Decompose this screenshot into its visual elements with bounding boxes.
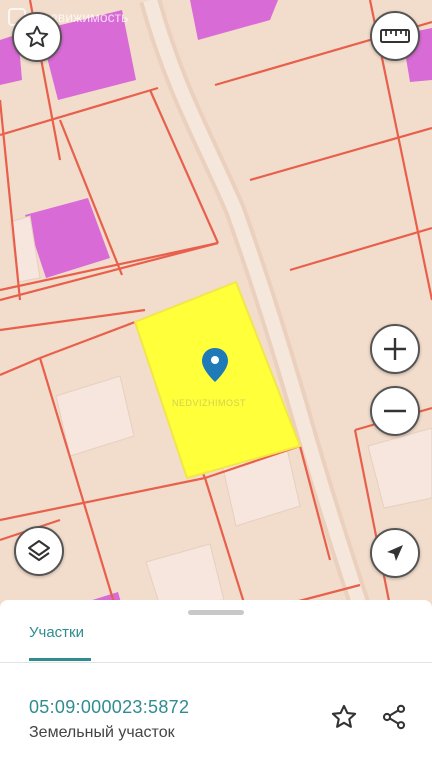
layers-icon [28,540,50,561]
divider [0,662,432,663]
tab-parcels[interactable]: Участки [29,624,84,641]
sheet-drag-handle[interactable] [188,610,244,615]
object-type: Земельный участок [29,724,175,741]
minus-icon [384,409,406,413]
share-icon [382,704,406,730]
tab-active-indicator [29,658,91,661]
zoom-out-button[interactable] [370,386,420,436]
map-view[interactable]: Недвижимость NEDVIZHIMOST [0,0,432,606]
building [190,0,278,40]
navigation-arrow-icon [387,545,403,561]
plus-icon [384,338,406,360]
add-to-favorites-button[interactable] [328,701,360,733]
center-watermark: NEDVIZHIMOST [172,398,247,408]
star-outline-icon [331,704,357,728]
zoom-in-button[interactable] [370,324,420,374]
ruler-icon [380,29,410,43]
building-footprint [367,427,432,509]
cadastral-number[interactable]: 05:09:000023:5872 [29,697,189,718]
share-button[interactable] [378,701,410,733]
building-footprint [55,375,135,457]
star-outline-icon [25,25,49,48]
layers-button[interactable] [14,526,64,576]
ruler-button[interactable] [370,11,420,61]
building-footprint [145,543,225,606]
info-sheet: Участки 05:09:000023:5872 Земельный учас… [0,600,432,768]
locate-button[interactable] [370,528,420,578]
map-canvas[interactable] [0,0,432,606]
favorite-button[interactable] [12,12,62,62]
